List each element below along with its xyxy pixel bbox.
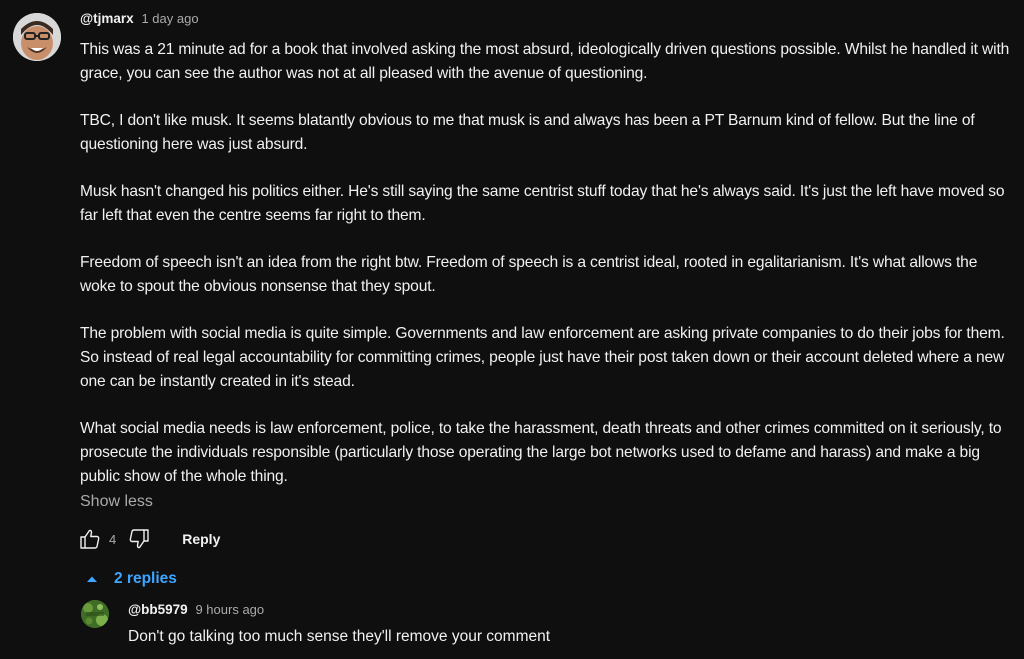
comment-paragraph: TBC, I don't like musk. It seems blatant… [80, 112, 975, 153]
comment-paragraph: This was a 21 minute ad for a book that … [80, 41, 1010, 82]
thumbs-down-icon [129, 529, 149, 549]
show-less-button[interactable]: Show less [80, 493, 153, 511]
reply-timestamp[interactable]: 9 hours ago [195, 602, 264, 617]
dislike-button[interactable] [127, 527, 151, 551]
comment-paragraph: Musk hasn't changed his politics either.… [80, 183, 1005, 224]
reply-button[interactable]: Reply [182, 531, 220, 547]
reply-avatar[interactable] [81, 600, 109, 628]
like-count: 4 [109, 531, 117, 547]
reply-header: @bb5979 9 hours ago [128, 602, 264, 617]
like-button[interactable] [78, 527, 102, 551]
caret-up-icon [87, 576, 97, 582]
comment-author[interactable]: @tjmarx [80, 11, 134, 26]
comment-actions: 4 Reply [78, 527, 220, 551]
replies-toggle-button[interactable]: 2 replies [86, 570, 177, 588]
comment-paragraph: What social media needs is law enforceme… [80, 420, 1002, 485]
comment-header: @tjmarx 1 day ago [80, 11, 199, 26]
avatar-image [13, 13, 61, 61]
comment-timestamp[interactable]: 1 day ago [141, 11, 198, 26]
thumbs-up-icon [80, 529, 100, 549]
reply-author[interactable]: @bb5979 [128, 602, 188, 617]
reply-avatar-image [81, 600, 109, 628]
comment-paragraph: The problem with social media is quite s… [80, 325, 1005, 390]
replies-count-label: 2 replies [114, 570, 177, 587]
comment-paragraph: Freedom of speech isn't an idea from the… [80, 254, 978, 295]
comment-body: This was a 21 minute ad for a book that … [80, 38, 1015, 488]
avatar[interactable] [13, 13, 61, 61]
reply-text: Don't go talking too much sense they'll … [128, 628, 551, 645]
